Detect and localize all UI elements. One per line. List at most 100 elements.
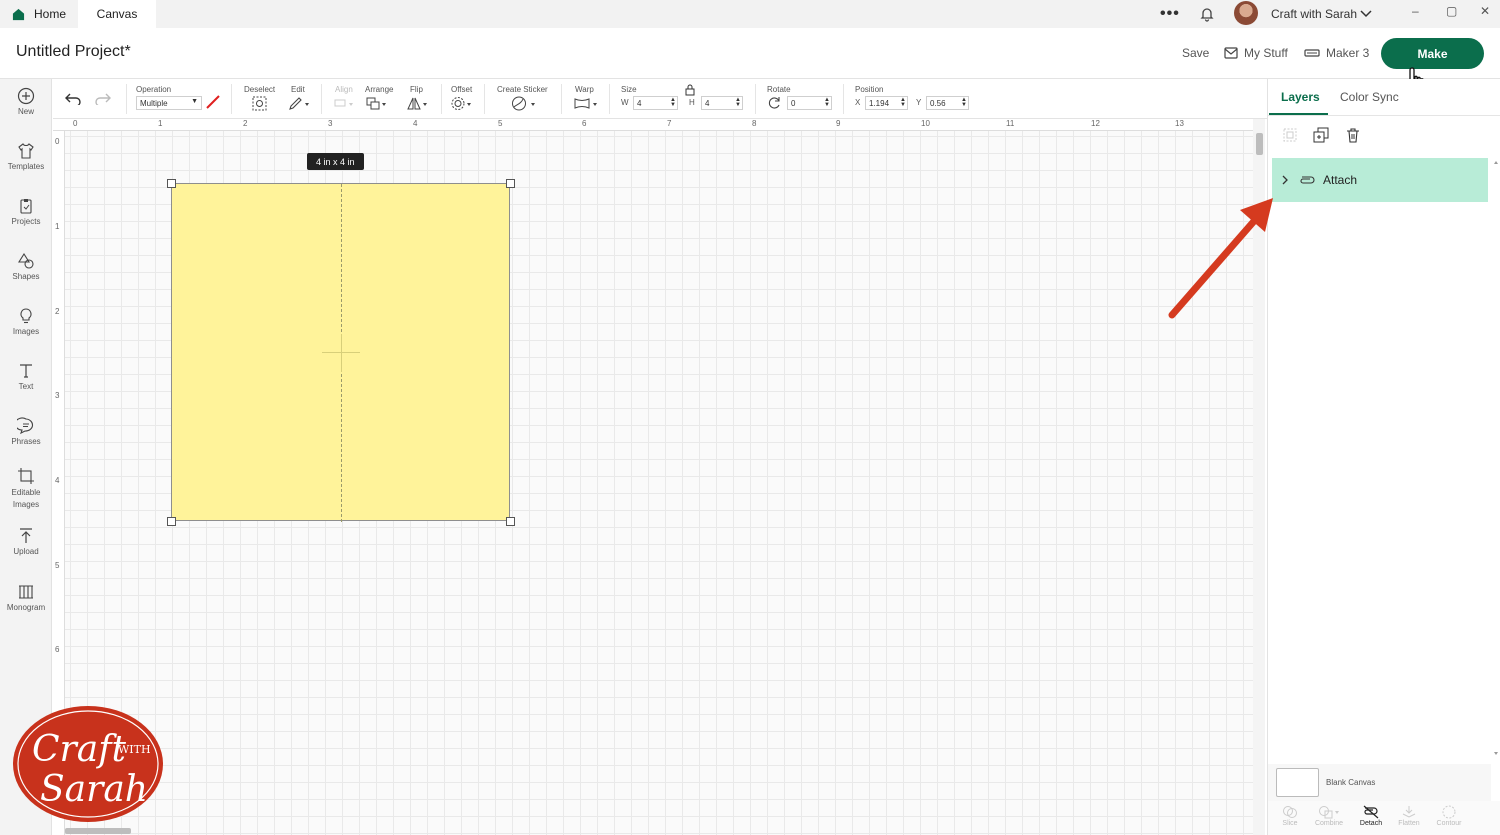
ruler-tick: 5 bbox=[498, 119, 503, 128]
detach-button[interactable]: Detach bbox=[1351, 805, 1391, 827]
rotate-icon[interactable] bbox=[767, 96, 781, 110]
chevron-down-icon[interactable] bbox=[1360, 0, 1372, 28]
ruler-tick: 3 bbox=[55, 391, 60, 400]
sidebar-item-text[interactable]: Text bbox=[0, 362, 52, 391]
rotate-input[interactable]: 0 ▲ ▼ bbox=[787, 96, 832, 110]
canvas-swatch[interactable] bbox=[1276, 768, 1319, 797]
sidebar-item-images[interactable]: Images bbox=[0, 307, 52, 336]
sidebar-item-shapes[interactable]: Shapes bbox=[0, 252, 52, 281]
sidebar-item-label: Upload bbox=[13, 547, 39, 556]
slice-button[interactable]: Slice bbox=[1270, 805, 1310, 827]
machine-select-button[interactable]: Maker 3 bbox=[1304, 46, 1369, 60]
canvas-horizontal-scroll-thumb[interactable] bbox=[65, 828, 131, 834]
ruler-tick: 1 bbox=[55, 222, 60, 231]
height-input[interactable]: 4 ▲ ▼ bbox=[701, 96, 743, 110]
sidebar-item-templates[interactable]: Templates bbox=[0, 142, 52, 171]
scroll-thumb[interactable] bbox=[1256, 133, 1263, 155]
sidebar-item-monogram[interactable]: Monogram bbox=[0, 583, 52, 612]
rotate-value: 0 bbox=[791, 98, 796, 108]
resize-handle-top-left[interactable] bbox=[167, 179, 176, 188]
ruler-tick: 7 bbox=[667, 119, 672, 128]
shirt-icon bbox=[18, 143, 34, 159]
maximize-window-button[interactable]: ▢ bbox=[1446, 0, 1457, 22]
stepper-icon[interactable]: ▲ ▼ bbox=[961, 97, 967, 108]
deselect-label: Deselect bbox=[244, 85, 276, 94]
stepper-icon[interactable]: ▲ ▼ bbox=[824, 97, 830, 108]
contour-button[interactable]: Contour bbox=[1429, 805, 1469, 827]
stepper-icon[interactable]: ▲ ▼ bbox=[900, 97, 906, 108]
close-window-button[interactable]: ✕ bbox=[1480, 0, 1490, 22]
ruler-tick: 2 bbox=[55, 307, 60, 316]
stepper-icon[interactable]: ▲ ▼ bbox=[670, 97, 676, 108]
arrange-label: Arrange bbox=[365, 85, 394, 94]
ruler-tick: 4 bbox=[413, 119, 418, 128]
panel-scrollbar[interactable] bbox=[1491, 158, 1500, 758]
sidebar-item-projects[interactable]: Projects bbox=[0, 197, 52, 226]
resize-handle-bottom-right[interactable] bbox=[506, 517, 515, 526]
avatar[interactable] bbox=[1234, 1, 1258, 25]
position-y-label: Y bbox=[916, 98, 922, 107]
position-y-input[interactable]: 0.56 ▲ ▼ bbox=[926, 96, 969, 110]
offset-icon[interactable] bbox=[451, 96, 473, 111]
size-label: Size bbox=[621, 85, 637, 94]
trash-icon[interactable] bbox=[1344, 126, 1362, 144]
flatten-button[interactable]: Flatten bbox=[1389, 805, 1429, 827]
linetype-color-icon[interactable] bbox=[206, 95, 220, 109]
chevron-right-icon[interactable] bbox=[1281, 175, 1289, 185]
size-tooltip: 4 in x 4 in bbox=[307, 153, 364, 170]
arrange-icon[interactable] bbox=[366, 96, 388, 111]
width-input[interactable]: 4 ▲ ▼ bbox=[633, 96, 678, 110]
flip-icon[interactable] bbox=[407, 96, 429, 111]
ruler-tick: 6 bbox=[55, 645, 60, 654]
page-title[interactable]: Untitled Project* bbox=[16, 43, 131, 61]
resize-handle-top-right[interactable] bbox=[506, 179, 515, 188]
blank-canvas-label: Blank Canvas bbox=[1326, 778, 1376, 787]
minimize-window-button[interactable]: – bbox=[1412, 0, 1419, 22]
sidebar-item-upload[interactable]: Upload bbox=[0, 527, 52, 556]
my-stuff-button[interactable]: My Stuff bbox=[1224, 46, 1288, 60]
selected-card-shape[interactable] bbox=[171, 183, 510, 522]
notifications-bell-icon[interactable] bbox=[1199, 0, 1215, 28]
redo-icon[interactable] bbox=[95, 91, 111, 105]
contour-label: Contour bbox=[1436, 820, 1462, 827]
sidebar-item-new[interactable]: New bbox=[0, 87, 52, 116]
lock-icon[interactable] bbox=[685, 84, 695, 96]
position-x-input[interactable]: 1.194 ▲ ▼ bbox=[865, 96, 908, 110]
tab-layers[interactable]: Layers bbox=[1281, 90, 1320, 104]
top-ruler: 0 1 2 3 4 5 6 7 8 9 10 11 12 13 bbox=[53, 119, 1253, 131]
tab-color-sync[interactable]: Color Sync bbox=[1340, 90, 1399, 104]
more-options-icon[interactable]: ••• bbox=[1160, 0, 1180, 28]
offset-label: Offset bbox=[451, 85, 473, 94]
caret-down-icon: ▼ bbox=[191, 98, 198, 105]
save-button[interactable]: Save bbox=[1182, 46, 1209, 60]
ruler-tick: 1 bbox=[158, 119, 163, 128]
account-name[interactable]: Craft with Sarah bbox=[1271, 0, 1357, 28]
envelope-icon bbox=[1224, 47, 1238, 59]
warp-label: Warp bbox=[575, 85, 594, 94]
combine-label: Combine bbox=[1314, 820, 1343, 827]
detach-icon bbox=[1363, 805, 1379, 819]
tab-canvas-label: Canvas bbox=[96, 7, 138, 21]
deselect-icon[interactable] bbox=[252, 96, 267, 111]
blank-canvas-row[interactable]: Blank Canvas bbox=[1268, 764, 1491, 801]
combine-icon bbox=[1319, 806, 1339, 819]
undo-icon[interactable] bbox=[65, 91, 81, 105]
tab-home[interactable]: Home bbox=[0, 0, 78, 28]
center-crosshair bbox=[341, 334, 342, 372]
home-icon bbox=[12, 8, 25, 20]
resize-handle-bottom-left[interactable] bbox=[167, 517, 176, 526]
warp-icon[interactable] bbox=[573, 96, 599, 111]
combine-button[interactable]: Combine bbox=[1309, 805, 1349, 827]
operation-select[interactable]: Multiple ▼ bbox=[136, 96, 202, 110]
ruler-tick: 8 bbox=[752, 119, 757, 128]
sidebar-item-editable-images[interactable]: Editable Images bbox=[0, 467, 52, 511]
duplicate-icon[interactable] bbox=[1312, 126, 1330, 144]
make-button[interactable]: Make bbox=[1381, 38, 1484, 69]
tab-canvas[interactable]: Canvas bbox=[78, 0, 156, 28]
edit-toolbar: Operation Multiple ▼ Deselect Edit Align… bbox=[53, 79, 1267, 119]
stepper-icon[interactable]: ▲ ▼ bbox=[735, 97, 741, 108]
sticker-icon[interactable] bbox=[511, 96, 537, 111]
edit-pencil-icon[interactable] bbox=[288, 96, 310, 111]
layer-group-attach[interactable]: Attach bbox=[1272, 158, 1488, 202]
sidebar-item-phrases[interactable]: Phrases bbox=[0, 417, 52, 446]
